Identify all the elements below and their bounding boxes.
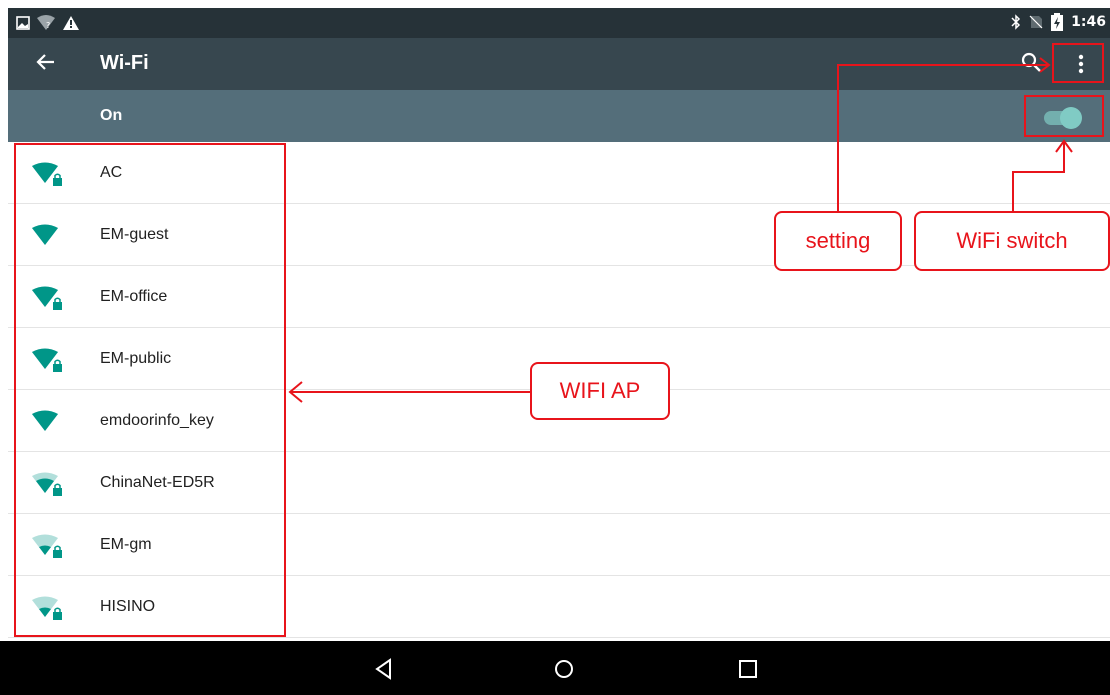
status-bar: ? 1:46 (8, 8, 1110, 38)
nav-recents-icon[interactable] (735, 656, 761, 682)
battery-charging-icon (1051, 13, 1064, 31)
status-time: 1:46 (1071, 14, 1106, 30)
warning-icon (63, 16, 79, 30)
status-right-icons: 1:46 (1011, 13, 1106, 31)
image-notification-icon (16, 16, 30, 30)
page-title: Wi-Fi (100, 52, 149, 74)
no-sim-icon (1029, 15, 1043, 29)
search-icon[interactable] (1020, 51, 1042, 73)
wifi-no-internet-icon: ? (37, 15, 55, 30)
svg-text:?: ? (46, 21, 50, 30)
wifi-switch-bar: On (8, 90, 1110, 142)
toolbar: Wi-Fi (8, 38, 1110, 90)
nav-home-icon[interactable] (551, 656, 577, 682)
wifi-switch-annotation-label: WiFi switch (914, 211, 1110, 271)
arrow-back-icon[interactable] (34, 50, 58, 74)
bluetooth-icon (1011, 14, 1021, 30)
status-left-icons: ? (16, 14, 80, 32)
wifi-state-label: On (100, 107, 123, 124)
navigation-bar (0, 641, 1110, 695)
wifi-ap-highlight-box (14, 143, 286, 637)
setting-annotation-label: setting (774, 211, 902, 271)
wifi-ap-annotation-label: WIFI AP (530, 362, 670, 420)
setting-highlight-box (1052, 43, 1104, 83)
nav-back-icon[interactable] (371, 656, 397, 682)
wifi-switch-highlight-box (1024, 95, 1104, 137)
